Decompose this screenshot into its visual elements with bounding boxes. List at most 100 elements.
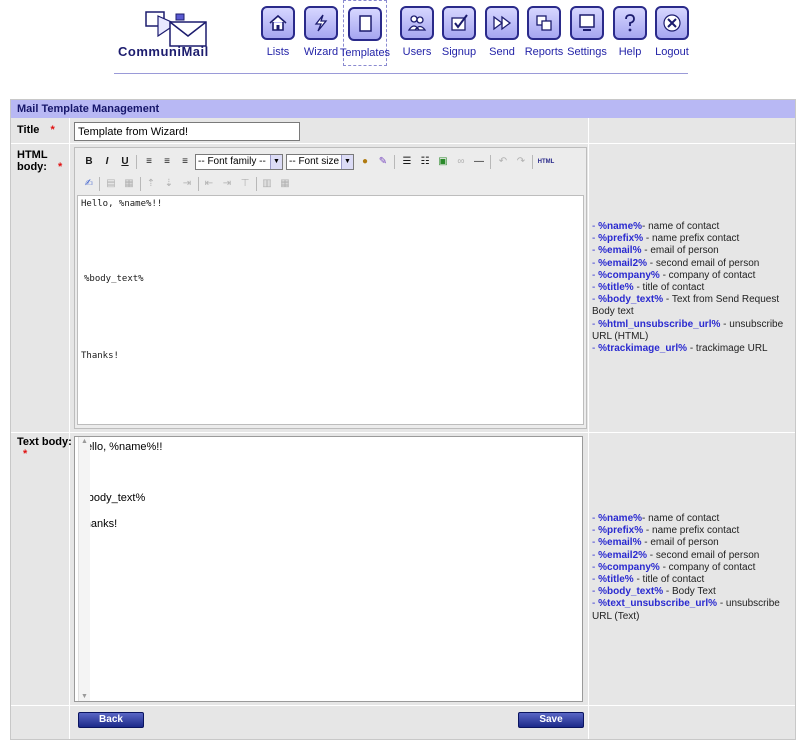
scroll-down-icon[interactable]: ▼ <box>81 693 88 700</box>
panel-title: Mail Template Management <box>11 100 795 118</box>
merge-cells-icon[interactable]: ▥ <box>259 176 275 192</box>
question-icon <box>613 6 647 40</box>
horizontal-rule-icon[interactable]: — <box>471 154 487 170</box>
column-divider <box>69 118 70 739</box>
template-panel: Mail Template Management Title * HTML bo… <box>10 99 796 740</box>
font-family-select[interactable]: -- Font family -- ▼ <box>195 154 283 170</box>
align-left-icon[interactable]: ≡ <box>141 154 157 170</box>
toolbar-separator <box>490 155 491 169</box>
insert-col-left-icon[interactable]: ⇤ <box>201 176 217 192</box>
reports-icon <box>527 6 561 40</box>
editor-line: Hello, %name%!! <box>81 199 163 209</box>
users-icon <box>400 6 434 40</box>
html-body-label: HTML body: * <box>17 149 63 173</box>
close-icon <box>655 6 689 40</box>
text-body-textarea[interactable]: Hello, %name%!! %body_text% Thanks! ▲ ▼ <box>74 436 583 702</box>
column-divider <box>588 118 589 739</box>
required-mark: * <box>58 161 63 173</box>
delete-row-icon[interactable]: ⇥ <box>179 176 195 192</box>
edit-table-icon[interactable]: ✍ <box>81 176 97 192</box>
insert-col-right-icon[interactable]: ⇥ <box>219 176 235 192</box>
text-color-icon[interactable]: ● <box>357 154 373 170</box>
variable-item: - %email% - email of person <box>592 537 719 549</box>
scrollbar[interactable]: ▲ ▼ <box>78 437 90 701</box>
align-right-icon[interactable]: ≡ <box>177 154 193 170</box>
italic-icon[interactable]: I <box>99 154 115 170</box>
split-cells-icon[interactable]: ▦ <box>277 176 293 192</box>
variable-item: - %email2% - second email of person <box>592 549 760 561</box>
fast-forward-icon <box>485 6 519 40</box>
variable-item: - %body_text% - Body Text <box>592 586 716 598</box>
row-divider <box>11 143 795 144</box>
header: CommuniMail Lists Wizard Templates Users… <box>0 0 800 76</box>
toolbar-separator <box>532 155 533 169</box>
textarea-line: Hello, %name%!! <box>78 441 163 453</box>
html-body-editor[interactable]: Hello, %name%!! %body_text% Thanks! <box>77 195 584 425</box>
variable-item: - %text_unsubscribe_url% - unsubscribe U… <box>592 598 780 622</box>
required-mark: * <box>23 448 28 460</box>
underline-icon[interactable]: U <box>117 154 133 170</box>
scroll-up-icon[interactable]: ▲ <box>81 438 88 445</box>
header-divider <box>114 73 688 74</box>
variable-item: - %body_text% - Text from Send Request B… <box>592 294 780 318</box>
html-source-button[interactable]: HTML <box>535 154 557 170</box>
save-button[interactable]: Save <box>518 712 584 728</box>
bold-icon[interactable]: B <box>81 154 97 170</box>
table-icon[interactable]: ▤ <box>103 176 119 192</box>
html-editor: B I U ≡ ≡ ≡ -- Font family -- ▼ -- Font … <box>74 147 587 429</box>
nav-logout[interactable]: Logout <box>650 6 694 64</box>
row-divider <box>11 705 795 706</box>
insert-row-below-icon[interactable]: ⇣ <box>161 176 177 192</box>
text-body-label: Text body: * <box>17 436 72 460</box>
variable-item: - %company% - company of contact <box>592 561 756 573</box>
checkmark-icon <box>442 6 476 40</box>
variable-item: - %html_unsubscribe_url% - unsubscribe U… <box>592 318 784 342</box>
variable-item: - %name%- name of contact <box>592 221 720 232</box>
toolbar-separator <box>99 177 100 191</box>
variable-item: - %email2% - second email of person <box>592 257 760 269</box>
bullet-list-icon[interactable]: ☰ <box>399 154 415 170</box>
font-size-select[interactable]: -- Font size -- ▼ <box>286 154 354 170</box>
page-icon <box>348 7 382 41</box>
row-divider <box>11 432 795 433</box>
toolbar-separator <box>394 155 395 169</box>
title-input[interactable] <box>74 122 300 141</box>
redo-icon[interactable]: ↷ <box>513 154 529 170</box>
nav-label: Logout <box>655 46 689 58</box>
editor-line: Thanks! <box>81 351 119 361</box>
numbered-list-icon[interactable]: ☷ <box>417 154 433 170</box>
required-mark: * <box>50 124 55 136</box>
toolbar-separator <box>136 155 137 169</box>
toolbar-separator <box>140 177 141 191</box>
title-label: Title * <box>17 124 55 136</box>
spellcheck-icon[interactable]: ✎ <box>375 154 391 170</box>
logo-text: CommuniMail <box>118 44 209 59</box>
image-icon[interactable]: ▣ <box>435 154 451 170</box>
home-icon <box>261 6 295 40</box>
insert-row-above-icon[interactable]: ⇡ <box>143 176 159 192</box>
toolbar-separator <box>198 177 199 191</box>
variable-item: - %email% - email of person <box>592 245 719 257</box>
back-button[interactable]: Back <box>78 712 144 728</box>
lightning-icon <box>304 6 338 40</box>
variable-item: - %name%- name of contact <box>592 513 720 524</box>
chevron-down-icon: ▼ <box>341 155 353 169</box>
undo-icon[interactable]: ↶ <box>495 154 511 170</box>
variable-item: - %prefix% - name prefix contact <box>592 525 740 537</box>
text-variables-help: - %name%- name of contact - %prefix% - n… <box>592 513 792 623</box>
variable-item: - %title% - title of contact <box>592 574 705 586</box>
align-center-icon[interactable]: ≡ <box>159 154 175 170</box>
link-icon[interactable]: ∞ <box>453 154 469 170</box>
variable-item: - %prefix% - name prefix contact <box>592 233 740 245</box>
variable-item: - %title% - title of contact <box>592 282 705 294</box>
editor-line: %body_text% <box>84 274 144 284</box>
chevron-down-icon: ▼ <box>270 155 282 169</box>
toolbar-separator <box>256 177 257 191</box>
variable-item: - %company% - company of contact <box>592 269 756 281</box>
monitor-icon <box>570 6 604 40</box>
variable-item: - %trackimage_url% - trackimage URL <box>592 343 768 355</box>
nav-templates[interactable]: Templates <box>340 0 390 66</box>
delete-col-icon[interactable]: ⊤ <box>237 176 253 192</box>
table-props-icon[interactable]: ▦ <box>121 176 137 192</box>
html-variables-help: - %name%- name of contact - %prefix% - n… <box>592 221 792 355</box>
